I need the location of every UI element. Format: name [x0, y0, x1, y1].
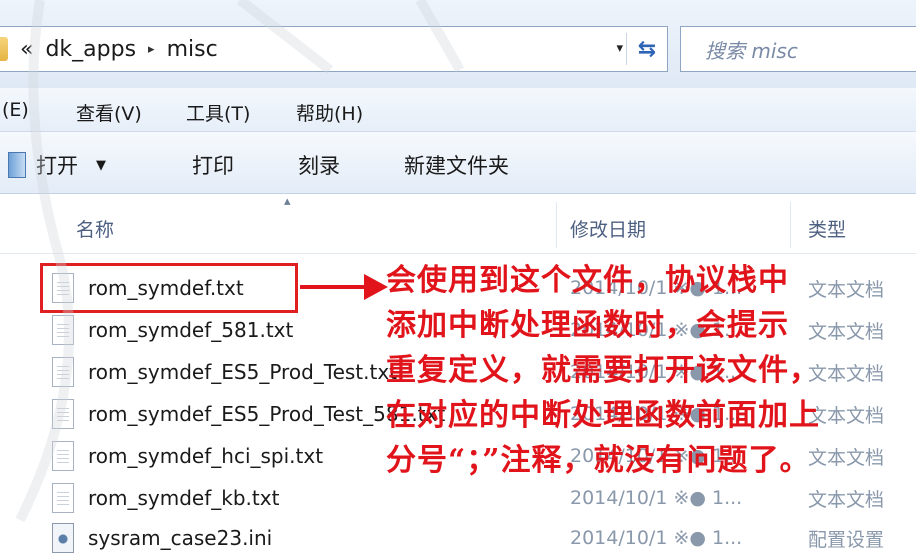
- open-label: 打开: [36, 154, 78, 178]
- breadcrumb-dk-apps[interactable]: dk_apps: [45, 37, 136, 62]
- open-button[interactable]: 打开 ▼: [8, 150, 106, 180]
- menu-bar: (E) 查看(V) 工具(T) 帮助(H): [0, 88, 916, 132]
- column-type[interactable]: 类型: [808, 215, 846, 242]
- text-file-icon: [52, 315, 74, 345]
- address-bar[interactable]: « dk_apps ▸ misc ▾ ⇆: [0, 26, 668, 72]
- explorer-window: « dk_apps ▸ misc ▾ ⇆ 搜索 misc (E) 查看(V) 工…: [0, 0, 916, 558]
- file-name: rom_symdef_581.txt: [88, 318, 294, 342]
- folder-icon: [0, 37, 8, 61]
- print-button[interactable]: 打印: [192, 150, 234, 180]
- file-name: rom_symdef_hci_spi.txt: [88, 444, 324, 468]
- file-name: rom_symdef_ES5_Prod_Test.txt: [88, 360, 398, 384]
- breadcrumb-separator-icon[interactable]: ▸: [148, 42, 155, 57]
- file-type: 配置设置: [808, 528, 885, 551]
- file-row[interactable]: rom_symdef_kb.txt 2014/10/1 ※● 1... 文本文档: [48, 478, 916, 518]
- file-name: sysram_case23.ini: [88, 526, 273, 550]
- search-input[interactable]: 搜索 misc: [680, 26, 916, 72]
- column-name[interactable]: 名称: [76, 215, 114, 242]
- highlight-box: [40, 263, 298, 313]
- breadcrumb-misc[interactable]: misc: [167, 37, 218, 62]
- menu-tools[interactable]: 工具(T): [186, 99, 250, 126]
- open-dropdown-icon[interactable]: ▼: [96, 158, 106, 173]
- annotation-line: 添加中断处理函数时，会提示: [386, 308, 789, 343]
- refresh-icon[interactable]: ⇆: [627, 27, 667, 71]
- menu-edit[interactable]: (E): [2, 99, 29, 121]
- print-label: 打印: [192, 154, 234, 178]
- text-file-icon: [52, 483, 74, 513]
- annotation-line: 在对应的中断处理函数前面加上: [386, 398, 820, 433]
- file-name: rom_symdef_kb.txt: [88, 486, 280, 510]
- sort-ascending-icon: ▴: [284, 194, 291, 209]
- new-folder-label: 新建文件夹: [404, 154, 509, 178]
- column-header-row: ▴ 名称 修改日期 类型: [0, 194, 916, 254]
- menu-help[interactable]: 帮助(H): [296, 99, 363, 126]
- column-divider[interactable]: [790, 202, 791, 248]
- text-file-icon: [52, 399, 74, 429]
- burn-label: 刻录: [298, 154, 340, 178]
- open-icon: [8, 152, 26, 178]
- annotation-line: 会使用到这个文件，协议栈中: [386, 263, 789, 298]
- menu-view[interactable]: 查看(V): [76, 99, 142, 126]
- text-file-icon: [52, 441, 74, 471]
- column-divider[interactable]: [556, 202, 557, 248]
- command-bar: 打开 ▼ 打印 刻录 新建文件夹: [0, 132, 916, 194]
- breadcrumb-overflow[interactable]: «: [20, 37, 33, 62]
- address-dropdown-icon[interactable]: ▾: [616, 41, 623, 56]
- config-file-icon: [52, 523, 74, 553]
- burn-button[interactable]: 刻录: [298, 150, 340, 180]
- annotation-line: 分号“；”注释，就没有问题了。: [386, 443, 811, 478]
- text-file-icon: [52, 357, 74, 387]
- column-modified[interactable]: 修改日期: [570, 215, 646, 242]
- file-row[interactable]: sysram_case23.ini 2014/10/1 ※● 1... 配置设置: [48, 518, 916, 558]
- address-row: « dk_apps ▸ misc ▾ ⇆ 搜索 misc: [0, 0, 916, 88]
- new-folder-button[interactable]: 新建文件夹: [404, 150, 509, 180]
- file-type: 文本文档: [808, 488, 885, 511]
- file-date: 2014/10/1 ※● 1...: [570, 487, 743, 509]
- red-arrow-icon: [300, 274, 388, 300]
- annotation-text: 会使用到这个文件，协议栈中 添加中断处理函数时，会提示 重复定义，就需要打开该文…: [386, 258, 916, 483]
- annotation-line: 重复定义，就需要打开该文件，: [386, 353, 820, 388]
- file-date: 2014/10/1 ※● 1...: [570, 527, 743, 549]
